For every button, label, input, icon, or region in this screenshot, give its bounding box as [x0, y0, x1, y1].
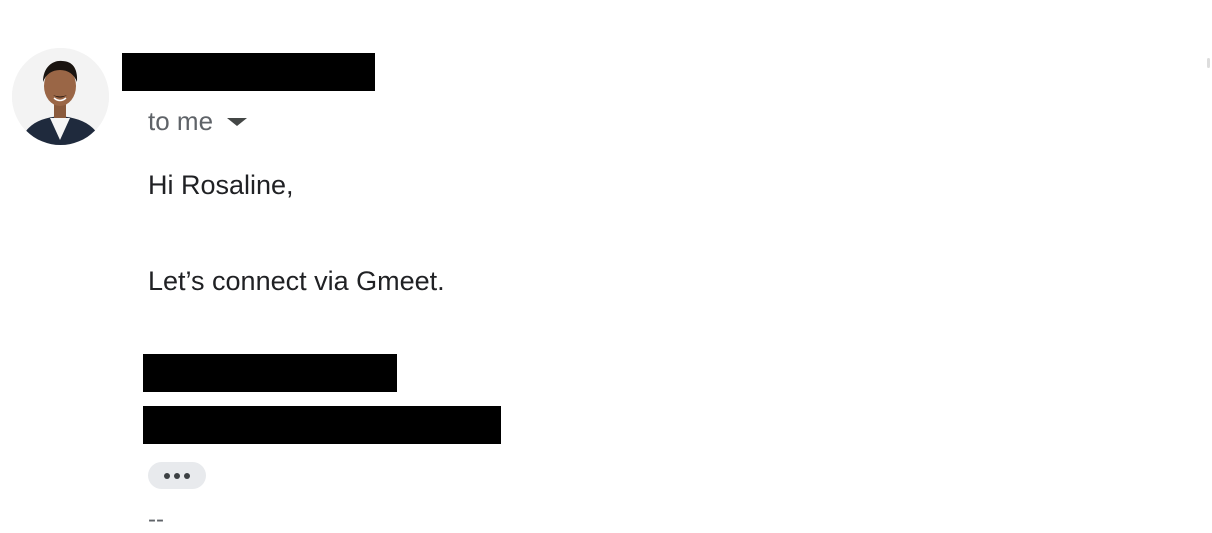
signature-line-redacted: [143, 406, 501, 444]
caret-down-icon[interactable]: [227, 118, 248, 126]
scrollbar-edge: [1207, 58, 1210, 68]
email-greeting: Hi Rosaline,: [148, 170, 294, 200]
more-horizontal-icon: [184, 472, 190, 479]
recipient-details-toggle[interactable]: to me: [148, 104, 248, 138]
show-trimmed-content-button[interactable]: [148, 462, 206, 489]
email-message: Let’s connect via Gmeet.: [148, 266, 445, 296]
recipient-label: to me: [148, 105, 214, 136]
sender-avatar[interactable]: [12, 48, 109, 145]
signature-line-redacted: [143, 354, 397, 392]
sender-name-redacted: [122, 53, 375, 91]
person-avatar-icon: [12, 48, 109, 145]
more-horizontal-icon: [164, 472, 170, 479]
signature-separator: --: [148, 506, 164, 533]
more-horizontal-icon: [174, 472, 180, 479]
